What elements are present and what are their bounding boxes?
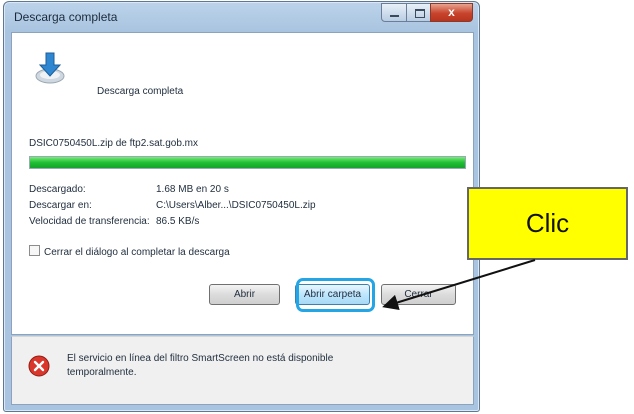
close-on-complete-checkbox[interactable] xyxy=(29,245,40,256)
download-dialog-window: Descarga completa x Descarga completa DS… xyxy=(3,1,480,412)
info-row-destination: Descargar en: C:\Users\Alber...\DSIC07504… xyxy=(29,200,316,211)
smartscreen-message: El servicio en línea del filtro SmartScr… xyxy=(67,353,334,378)
info-row-downloaded: Descargado: 1.68 MB en 20 s xyxy=(29,184,229,195)
open-button[interactable]: Abrir xyxy=(209,284,280,305)
close-on-complete-option[interactable]: Cerrar el diálogo al completar la descar… xyxy=(29,245,230,258)
title-bar[interactable]: Descarga completa x xyxy=(4,2,479,32)
close-button[interactable]: Cerrar xyxy=(381,284,456,305)
download-arrow-icon xyxy=(35,52,65,84)
minimize-button[interactable] xyxy=(381,3,407,22)
download-progress-bar xyxy=(29,156,466,169)
progress-fill xyxy=(30,157,465,168)
speed-value: 86.5 KB/s xyxy=(156,216,200,227)
click-callout-text: Clic xyxy=(525,208,570,238)
open-folder-highlight-circle xyxy=(296,278,375,312)
smartscreen-footer: El servicio en línea del filtro SmartScr… xyxy=(11,336,474,405)
info-row-speed: Velocidad de transferencia: 86.5 KB/s xyxy=(29,216,199,227)
window-title: Descarga completa xyxy=(14,10,118,24)
destination-value: C:\Users\Alber...\DSIC0750450L.zip xyxy=(156,200,316,211)
destination-label: Descargar en: xyxy=(29,200,92,211)
downloaded-label: Descargado: xyxy=(29,184,86,195)
close-window-button[interactable]: x xyxy=(430,3,473,22)
file-source-text: DSIC0750450L.zip de ftp2.sat.gob.mx xyxy=(29,138,198,149)
dialog-content: Descarga completa DSIC0750450L.zip de ft… xyxy=(11,32,474,335)
speed-label: Velocidad de transferencia: xyxy=(29,216,150,227)
close-on-complete-label: Cerrar el diálogo al completar la descar… xyxy=(44,247,230,258)
click-callout-box: Clic xyxy=(467,187,628,260)
downloaded-value: 1.68 MB en 20 s xyxy=(156,184,229,195)
dialog-heading: Descarga completa xyxy=(97,86,184,97)
smartscreen-error-icon xyxy=(28,355,50,377)
maximize-button[interactable] xyxy=(406,3,431,22)
